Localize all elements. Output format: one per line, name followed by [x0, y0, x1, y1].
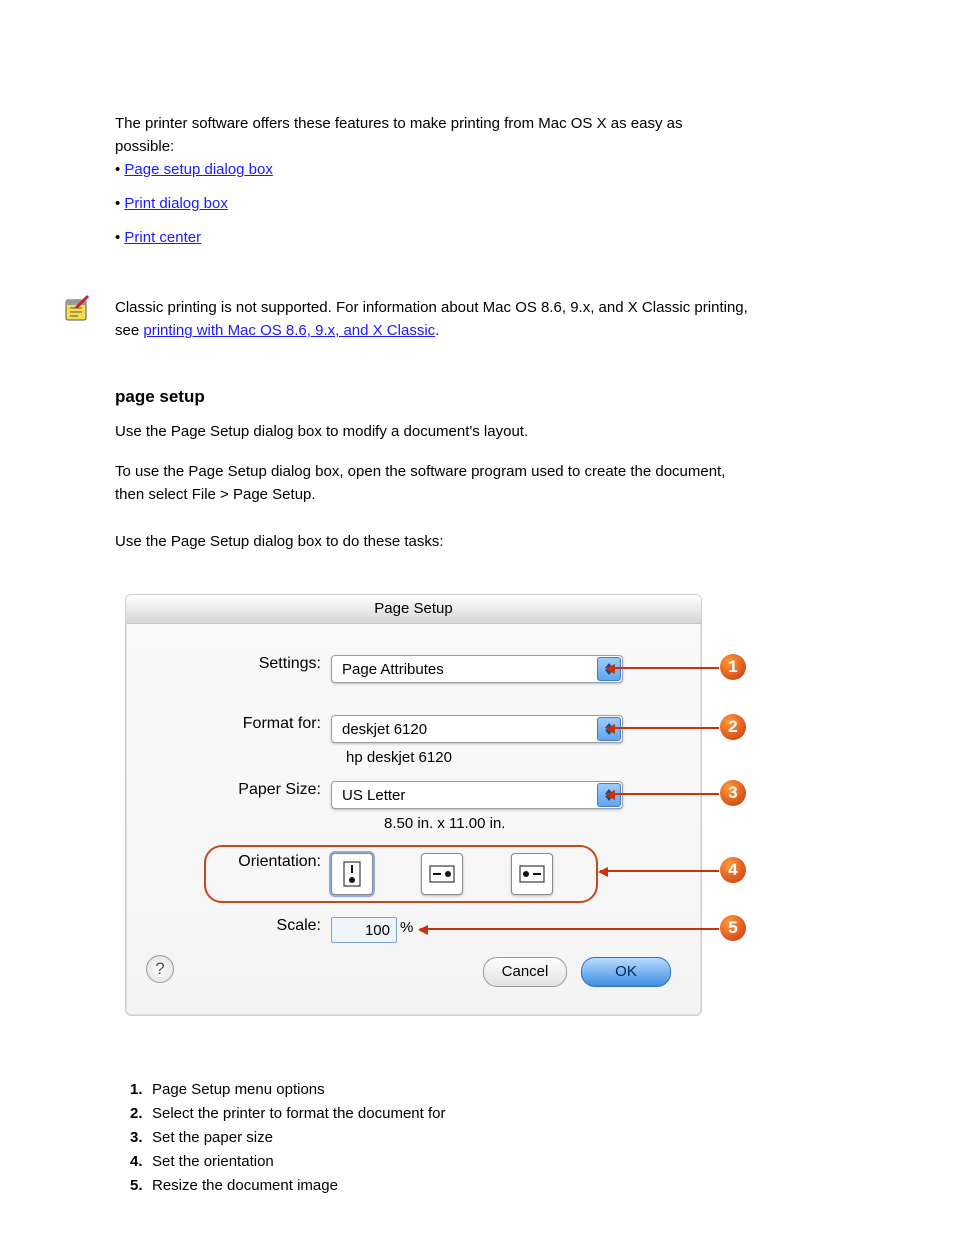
orientation-portrait-button[interactable] [331, 853, 373, 895]
scale-input[interactable] [331, 917, 397, 943]
popup-paper-value: US Letter [342, 787, 405, 804]
callout-5: 5 [720, 915, 746, 941]
label-scale: Scale: [125, 917, 321, 935]
page-setup-dialog: Page Setup Settings: Page Attributes For… [125, 594, 702, 1016]
paper-subtext: 8.50 in. x 11.00 in. [384, 815, 505, 832]
section-para: Use the Page Setup dialog box to modify … [115, 420, 745, 443]
orientation-landscape-left-button[interactable] [421, 853, 463, 895]
format-subtext: hp deskjet 6120 [346, 749, 452, 766]
link-page-setup[interactable]: Page setup dialog box [124, 161, 272, 178]
popup-format-value: deskjet 6120 [342, 721, 427, 738]
landscape-right-icon [518, 863, 546, 885]
ok-button[interactable]: OK [581, 957, 671, 987]
help-button[interactable]: ? [146, 955, 174, 983]
callout-arrow-2 [607, 727, 719, 729]
popup-format-for[interactable]: deskjet 6120 [331, 715, 623, 743]
callout-arrow-4 [600, 870, 719, 872]
link-print-dialog[interactable]: Print dialog box [124, 195, 227, 212]
portrait-icon [341, 860, 363, 888]
orientation-landscape-right-button[interactable] [511, 853, 553, 895]
steps-2: Use the Page Setup dialog box to do thes… [115, 530, 745, 553]
callout-arrow-3 [607, 793, 719, 795]
callout-arrow-5 [420, 928, 719, 930]
intro-text: The printer software offers these featur… [115, 112, 745, 159]
label-settings: Settings: [125, 655, 321, 673]
section-heading-page-setup: page setup [115, 384, 745, 410]
callout-2: 2 [720, 714, 746, 740]
popup-paper-size[interactable]: US Letter [331, 781, 623, 809]
callout-arrow-1 [607, 667, 719, 669]
link-print-center[interactable]: Print center [124, 229, 201, 246]
label-orientation: Orientation: [125, 853, 321, 871]
link-classic-printing[interactable]: printing with Mac OS 8.6, 9.x, and X Cla… [143, 322, 435, 339]
scale-percent: % [400, 919, 413, 936]
popup-settings[interactable]: Page Attributes [331, 655, 623, 683]
label-format-for: Format for: [125, 715, 321, 733]
cancel-button[interactable]: Cancel [483, 957, 567, 987]
callout-1: 1 [720, 654, 746, 680]
dialog-title: Page Setup [126, 595, 701, 624]
landscape-left-icon [428, 863, 456, 885]
note-icon [62, 292, 94, 324]
callout-4: 4 [720, 857, 746, 883]
callout-legend: 1.Page Setup menu options 2.Select the p… [130, 1078, 770, 1198]
callout-3: 3 [720, 780, 746, 806]
note-text: Classic printing is not supported. For i… [115, 296, 755, 343]
steps-1: To use the Page Setup dialog box, open t… [115, 460, 755, 507]
popup-settings-value: Page Attributes [342, 661, 444, 678]
label-paper-size: Paper Size: [125, 781, 321, 799]
